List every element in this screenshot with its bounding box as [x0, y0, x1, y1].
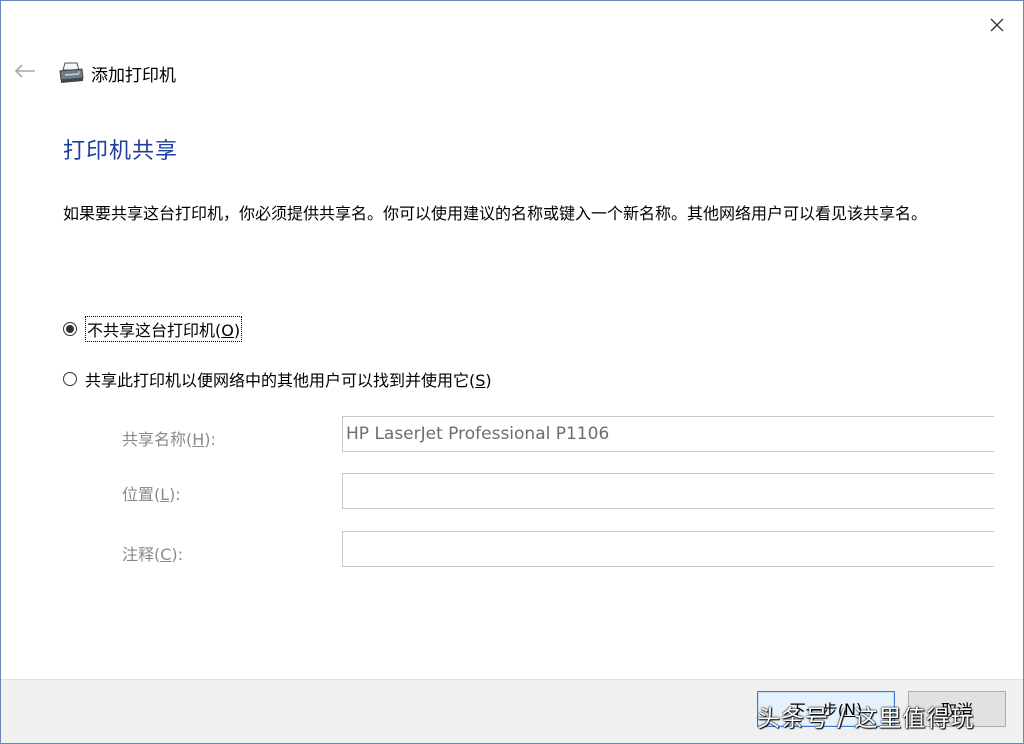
back-button[interactable]: [11, 59, 39, 83]
radio-selected[interactable]: [63, 322, 77, 336]
comment-label: 注释(C):: [122, 545, 184, 564]
option-share[interactable]: 共享此打印机以便网络中的其他用户可以找到并使用它(S): [63, 367, 492, 391]
option-no-share[interactable]: 不共享这台打印机(O): [63, 316, 243, 342]
dialog-title: 添加打印机: [91, 65, 176, 86]
printer-icon: [59, 62, 84, 83]
back-arrow-icon: [14, 64, 35, 78]
option-share-label: 共享此打印机以便网络中的其他用户可以找到并使用它(S): [85, 371, 492, 390]
comment-field[interactable]: [342, 531, 994, 567]
radio-unselected[interactable]: [63, 372, 77, 386]
cancel-button[interactable]: 取消: [908, 691, 1006, 727]
next-button[interactable]: 下一步(N): [757, 691, 895, 727]
dialog-header: 添加打印机: [57, 59, 176, 87]
add-printer-dialog: 添加打印机 打印机共享 如果要共享这台打印机，你必须提供共享名。你可以使用建议的…: [0, 0, 1024, 744]
location-field[interactable]: [342, 473, 994, 509]
option-no-share-label: 不共享这台打印机(O): [85, 316, 243, 342]
close-icon: [990, 18, 1004, 32]
close-button[interactable]: [981, 9, 1013, 41]
location-label: 位置(L):: [122, 485, 181, 504]
share-name-label: 共享名称(H):: [122, 430, 216, 449]
page-heading: 打印机共享: [63, 139, 179, 164]
page-description: 如果要共享这台打印机，你必须提供共享名。你可以使用建议的名称或键入一个新名称。其…: [63, 204, 928, 223]
share-name-field[interactable]: [342, 416, 994, 452]
